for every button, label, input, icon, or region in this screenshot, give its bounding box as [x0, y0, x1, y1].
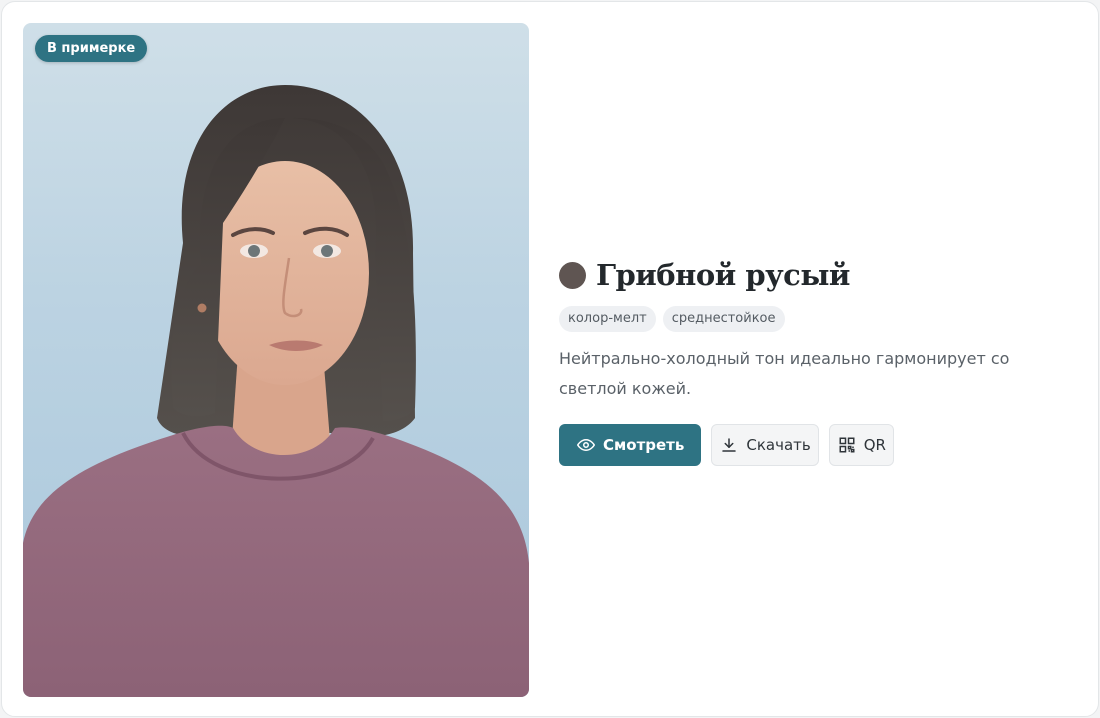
download-button-label: Скачать [746, 436, 811, 454]
product-card: В примерке Грибной русый колор-мелт сред… [1, 1, 1099, 717]
view-button-label: Смотреть [603, 436, 685, 454]
portrait-image [23, 85, 529, 697]
try-on-photo: В примерке [23, 23, 529, 697]
qr-code-icon [838, 436, 856, 454]
color-swatch [559, 261, 586, 289]
action-bar: Смотреть Скачать QR [559, 424, 1069, 466]
download-button[interactable]: Скачать [711, 424, 819, 466]
product-title: Грибной русый [596, 258, 850, 292]
eye-icon [577, 436, 595, 454]
tag-chip: среднестойкое [662, 306, 785, 332]
view-button[interactable]: Смотреть [559, 424, 702, 466]
product-description: Нейтрально-холодный тон идеально гармони… [559, 349, 1010, 398]
qr-button-label: QR [863, 436, 886, 454]
tag-list: колор-мелт среднестойкое [559, 306, 1069, 332]
try-on-badge: В примерке [35, 35, 148, 62]
product-info: Грибной русый колор-мелт среднестойкое Н… [559, 254, 1069, 466]
download-icon [720, 436, 738, 454]
qr-button[interactable]: QR [828, 424, 894, 466]
tag-chip: колор-мелт [559, 306, 656, 332]
title-row: Грибной русый [559, 254, 1069, 296]
